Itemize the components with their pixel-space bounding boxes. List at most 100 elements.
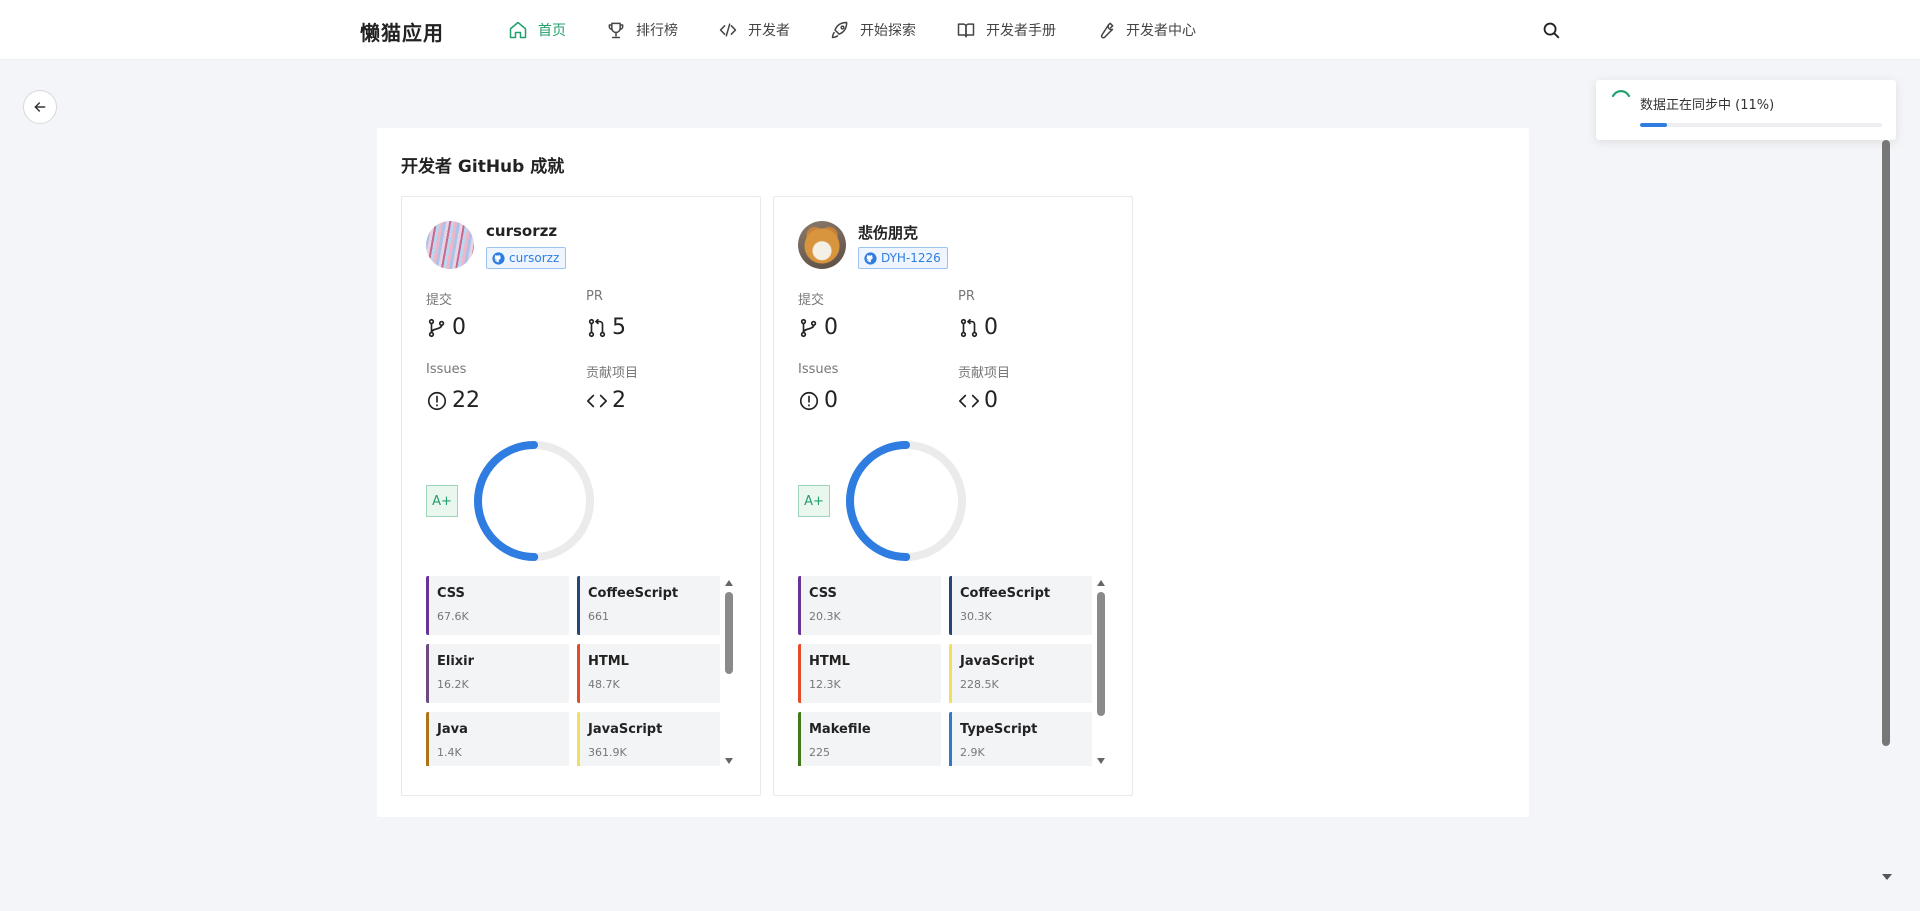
nav-item-explore[interactable]: 开始探索 xyxy=(830,0,916,60)
issues-stat: 0 xyxy=(798,388,838,413)
developer-card: 悲伤朋克 DYH-1226 提交 PR 0 0 Issues 贡献项目 0 0 … xyxy=(773,196,1133,796)
language-item: CoffeeScript 30.3K xyxy=(949,576,1092,635)
page-scrollbar[interactable] xyxy=(1882,140,1890,746)
back-button[interactable] xyxy=(23,90,57,124)
grade-badge: A+ xyxy=(426,485,458,517)
scroll-down-arrow[interactable] xyxy=(1097,758,1105,764)
app-logo-title[interactable]: 懒猫应用 xyxy=(360,17,444,46)
language-name: CoffeeScript xyxy=(960,586,1051,601)
scroll-down-arrow[interactable] xyxy=(725,758,733,764)
nav-item-dev-center[interactable]: 开发者中心 xyxy=(1096,0,1196,60)
code-icon xyxy=(719,23,737,37)
github-handle: cursorzz xyxy=(509,251,560,265)
language-item: CSS 20.3K xyxy=(798,576,941,635)
git-branch-icon xyxy=(428,318,445,337)
language-item: HTML 12.3K xyxy=(798,644,941,703)
pull-request-icon xyxy=(960,318,978,337)
commits-value: 0 xyxy=(452,315,466,340)
language-item: CSS 67.6K xyxy=(426,576,569,635)
page-scroll-down-arrow[interactable] xyxy=(1882,874,1892,880)
language-size: 225 xyxy=(809,746,830,759)
achievements-panel: 开发者 GitHub 成就 cursorzz cursorzz 提交 PR 0 … xyxy=(377,128,1529,817)
book-icon xyxy=(957,23,975,38)
nav-item-developers[interactable]: 开发者 xyxy=(718,0,790,60)
language-list-scrollbar[interactable] xyxy=(725,576,733,766)
pr-label: PR xyxy=(586,289,603,304)
language-size: 661 xyxy=(588,610,609,623)
language-item: Java 1.4K xyxy=(426,712,569,766)
top-navbar: 懒猫应用 首页 排行榜 开发者 开始探索 开发者手册 开发者中心 xyxy=(0,0,1920,60)
language-name: CSS xyxy=(437,586,465,601)
language-size: 361.9K xyxy=(588,746,627,759)
language-size: 16.2K xyxy=(437,678,469,691)
sync-toast: 数据正在同步中 (11%) xyxy=(1596,80,1896,140)
github-handle-tag[interactable]: cursorzz xyxy=(486,247,567,269)
scrollbar-thumb[interactable] xyxy=(725,592,733,674)
language-size: 67.6K xyxy=(437,610,469,623)
nav-label: 开发者 xyxy=(748,23,790,39)
language-name: Java xyxy=(437,722,468,737)
pull-request-icon xyxy=(588,318,606,337)
developer-name[interactable]: 悲伤朋克 xyxy=(858,222,918,243)
page-title: 开发者 GitHub 成就 xyxy=(401,157,565,177)
language-size: 228.5K xyxy=(960,678,999,691)
scroll-up-arrow[interactable] xyxy=(1097,580,1105,586)
github-icon xyxy=(864,251,877,265)
language-list-scrollbar[interactable] xyxy=(1097,576,1105,766)
language-item: CoffeeScript 661 xyxy=(577,576,720,635)
issues-stat: 22 xyxy=(426,388,480,413)
commits-label: 提交 xyxy=(426,293,453,308)
nav-item-leaderboard[interactable]: 排行榜 xyxy=(606,0,678,60)
projects-label: 贡献项目 xyxy=(958,366,1011,381)
git-branch-icon xyxy=(800,318,817,337)
commits-label: 提交 xyxy=(798,293,825,308)
issues-value: 0 xyxy=(824,388,838,413)
language-size: 1.4K xyxy=(437,746,462,759)
arrow-left-icon xyxy=(34,102,46,112)
avatar[interactable] xyxy=(426,221,474,269)
github-handle-tag[interactable]: DYH-1226 xyxy=(858,247,948,269)
pr-label: PR xyxy=(958,289,975,304)
language-list[interactable]: CSS 20.3K CoffeeScript 30.3K HTML 12.3K … xyxy=(798,576,1098,766)
score-ring xyxy=(474,441,594,561)
avatar[interactable] xyxy=(798,221,846,269)
code-brackets-icon xyxy=(959,394,979,407)
nav-item-dev-manual[interactable]: 开发者手册 xyxy=(956,0,1056,60)
score-ring xyxy=(846,441,966,561)
language-item: JavaScript 228.5K xyxy=(949,644,1092,703)
developer-card: cursorzz cursorzz 提交 PR 0 5 Issues 贡献项目 … xyxy=(401,196,761,796)
main-nav: 首页 排行榜 开发者 开始探索 开发者手册 开发者中心 xyxy=(508,0,1236,60)
nav-item-home[interactable]: 首页 xyxy=(508,0,566,60)
developer-name[interactable]: cursorzz xyxy=(486,222,557,240)
scroll-up-arrow[interactable] xyxy=(725,580,733,586)
grade-badge: A+ xyxy=(798,485,830,517)
nav-label: 首页 xyxy=(538,23,566,39)
projects-label: 贡献项目 xyxy=(586,366,639,381)
search-icon[interactable] xyxy=(1540,19,1562,41)
home-icon xyxy=(509,21,527,39)
sync-progress-fill xyxy=(1640,123,1667,127)
issues-value: 22 xyxy=(452,388,480,413)
language-item: TypeScript 2.9K xyxy=(949,712,1092,766)
commits-value: 0 xyxy=(824,315,838,340)
rocket-icon xyxy=(831,21,848,39)
nav-label: 开发者中心 xyxy=(1126,23,1196,39)
language-size: 2.9K xyxy=(960,746,985,759)
pr-value: 5 xyxy=(612,315,626,340)
language-name: JavaScript xyxy=(588,722,663,737)
language-item: Elixir 16.2K xyxy=(426,644,569,703)
language-name: Makefile xyxy=(809,722,871,737)
language-size: 12.3K xyxy=(809,678,841,691)
language-name: JavaScript xyxy=(960,654,1035,669)
projects-value: 0 xyxy=(984,388,998,413)
wrench-icon xyxy=(1100,22,1114,39)
language-item: JavaScript 361.9K xyxy=(577,712,720,766)
pr-value: 0 xyxy=(984,315,998,340)
projects-stat: 0 xyxy=(958,388,998,413)
commits-stat: 0 xyxy=(426,315,466,340)
loading-spinner-icon xyxy=(1611,90,1631,98)
language-list[interactable]: CSS 67.6K CoffeeScript 661 Elixir 16.2K … xyxy=(426,576,726,766)
language-size: 30.3K xyxy=(960,610,992,623)
scrollbar-thumb[interactable] xyxy=(1097,592,1105,716)
pr-stat: 0 xyxy=(958,315,998,340)
